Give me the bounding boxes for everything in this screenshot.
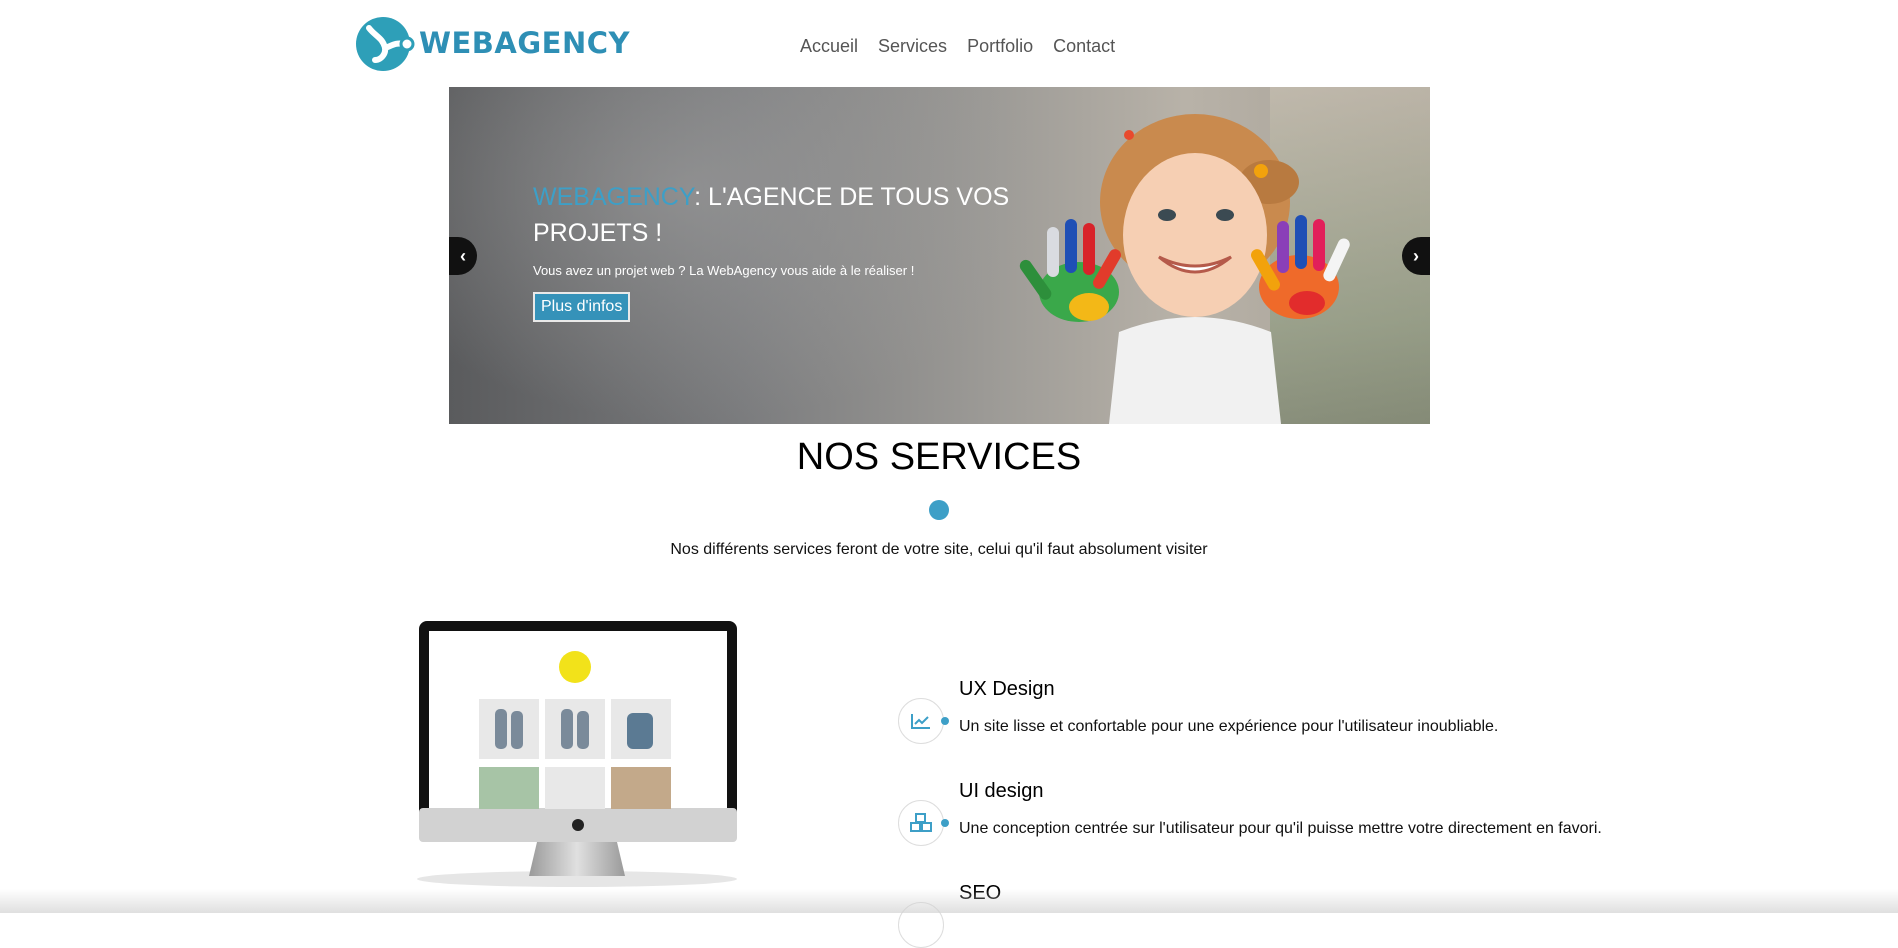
logo-icon [355,14,415,72]
nav-services[interactable]: Services [878,36,947,57]
cubes-icon [910,813,932,832]
hero-subtitle: Vous avez un projet web ? La WebAgency v… [533,263,915,278]
main-nav: Accueil Services Portfolio Contact [800,36,1115,57]
more-info-button[interactable]: Plus d'infos [533,292,631,322]
hero-child-image [1019,114,1350,424]
hero-slider: WEBAGENCY: L'AGENCE DE TOUS VOS PROJETS … [449,87,1430,424]
chevron-left-icon: ‹ [460,245,466,266]
bottom-shadow [0,889,1898,913]
logo-text: WEBAGENCY [419,26,631,60]
services-description: Nos différents services feront de votre … [670,541,1208,558]
hero-title: WEBAGENCY: L'AGENCE DE TOUS VOS PROJETS … [533,179,1013,251]
chart-icon [911,714,930,729]
nav-accueil[interactable]: Accueil [800,36,858,57]
service-text-ux: Un site lisse et confortable pour une ex… [959,718,1499,735]
imac-image [417,621,737,887]
title-divider-dot [929,500,949,520]
service-title-ux: UX Design [959,678,1055,700]
service-icon-ux [898,698,949,744]
services-title: NOS SERVICES [796,436,1082,478]
service-text-ui: Une conception centrée sur l'utilisateur… [959,820,1602,837]
nav-contact[interactable]: Contact [1053,36,1115,57]
logo[interactable]: WEBAGENCY [355,14,630,72]
chevron-right-icon: › [1413,245,1419,266]
service-title-ui: UI design [959,780,1044,802]
service-icon-ui [898,800,949,846]
hero-title-accent: WEBAGENCY [533,183,695,211]
nav-portfolio[interactable]: Portfolio [967,36,1033,57]
